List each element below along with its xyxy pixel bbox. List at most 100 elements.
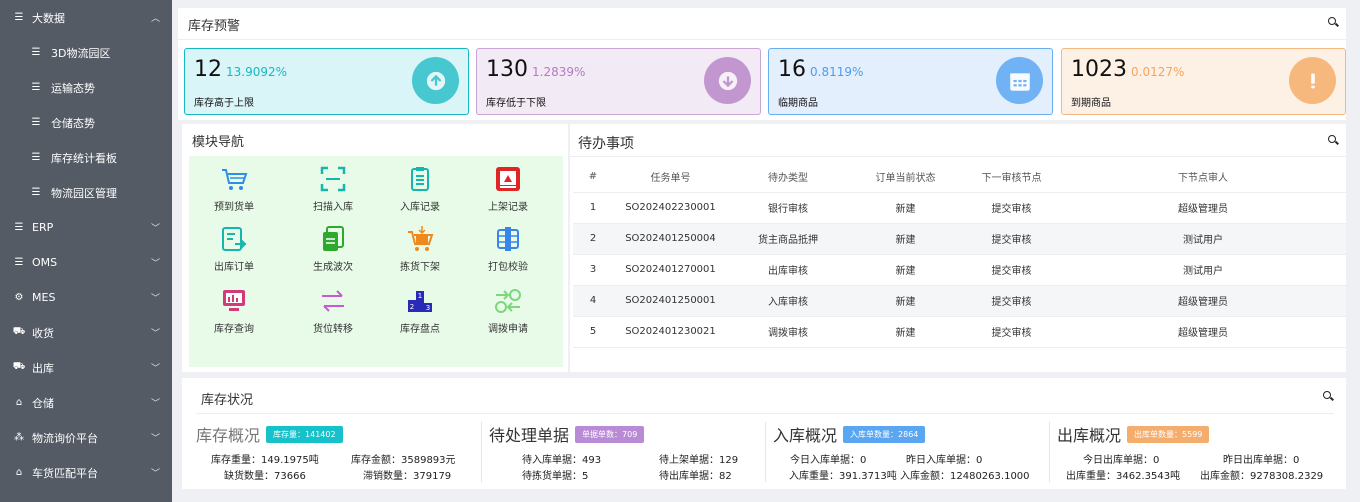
module-item[interactable]: 生成波次 [288, 224, 378, 273]
column-header[interactable]: 任务单号 [613, 161, 728, 193]
divider [1049, 422, 1050, 482]
search-icon[interactable] [1323, 389, 1331, 402]
table-cell: 新建 [848, 192, 963, 224]
table-row[interactable]: 3 SO202401270001 出库审核 新建 提交审核 测试用户 [573, 254, 1346, 286]
svg-text:3: 3 [426, 304, 430, 312]
cart-down-icon [405, 224, 435, 254]
module-item[interactable]: 出库订单 [189, 224, 279, 273]
column-header[interactable]: # [573, 161, 613, 193]
inventory-section: 入库概况 入库单数量：2864 [773, 422, 926, 446]
sidebar-item[interactable]: ☰ 运输态势 [0, 70, 172, 105]
module-label: 出库订单 [214, 262, 254, 273]
sidebar-item-label: 3D物流园区 [51, 46, 111, 60]
chevron-down-icon: ﹀ [150, 294, 160, 304]
sidebar-item[interactable]: ⛟ 出库 ﹀ [0, 350, 172, 385]
module-item[interactable]: 1 2 3 库存盘点 [375, 286, 465, 335]
module-label: 生成波次 [313, 262, 353, 273]
divider [481, 422, 482, 482]
module-label: 入库记录 [400, 202, 440, 213]
module-item[interactable]: 货位转移 [288, 286, 378, 335]
sidebar-item[interactable]: ☰ 库存统计看板 [0, 140, 172, 175]
table-row[interactable]: 2 SO202401250004 货主商品抵押 新建 提交审核 测试用户 [573, 223, 1346, 255]
module-item[interactable]: 拣货下架 [375, 224, 465, 273]
stat-line: 库存重量：149.1975吨 [211, 455, 319, 466]
sidebar-item[interactable]: ☰ 3D物流园区 [0, 35, 172, 70]
stat-line: 今日出库单据：0 [1083, 455, 1160, 466]
sidebar-item[interactable]: ⌂ 仓储 ﹀ [0, 385, 172, 420]
column-header[interactable]: 下节点审人 [1060, 161, 1346, 193]
sidebar-item[interactable]: ⁂ 物流询价平台 ﹀ [0, 420, 172, 455]
table-row[interactable]: 5 SO202401230021 调拨审核 新建 提交审核 超级管理员 [573, 316, 1346, 348]
module-label: 调拨申请 [488, 324, 528, 335]
module-item[interactable]: 库存查询 [189, 286, 279, 335]
svg-text:1: 1 [418, 292, 422, 300]
arrow-up-icon [412, 57, 459, 104]
stat-line: 出库重量：3462.3543吨 [1066, 471, 1181, 482]
stat-value: 16 0.8119% [778, 57, 864, 82]
table-cell: SO202402230001 [613, 192, 728, 224]
module-label: 拣货下架 [400, 262, 440, 273]
stat-card[interactable]: 130 1.2839% 库存低于下限 [476, 48, 761, 115]
sidebar-item-label: 收货 [32, 326, 54, 340]
transfer-icon [318, 286, 348, 316]
inventory-section: 待处理单据 单据单数：709 [489, 422, 645, 446]
svg-text:2: 2 [410, 303, 414, 311]
list-icon: ☰ [31, 82, 41, 93]
stat-line: 入库金额：12480263.1000 [900, 471, 1030, 482]
module-label: 扫描入库 [313, 202, 353, 213]
column-header[interactable]: 订单当前状态 [848, 161, 963, 193]
todo-title: 待办事项 [578, 136, 634, 152]
module-item[interactable]: 预到货单 [189, 164, 279, 213]
truck-icon: ⛟ [12, 326, 26, 337]
sidebar-item[interactable]: ☰ 大数据 ︿ [0, 0, 172, 35]
module-item[interactable]: 上架记录 [463, 164, 553, 213]
package-icon [493, 224, 523, 254]
todo-table: # 任务单号 待办类型 订单当前状态 下一审核节点 下节点审人 1 SO2024022300… [573, 161, 1346, 348]
module-item[interactable]: 打包校验 [463, 224, 553, 273]
sidebar-item-label: 车货匹配平台 [32, 466, 98, 480]
stat-value: 130 1.2839% [486, 57, 586, 82]
table-row[interactable]: 1 SO202402230001 银行审核 新建 提交审核 超级管理员 [573, 192, 1346, 224]
truck-icon: ⛟ [12, 361, 26, 372]
table-cell: 超级管理员 [1060, 285, 1346, 317]
table-row[interactable]: 4 SO202401250001 入库审核 新建 提交审核 超级管理员 [573, 285, 1346, 317]
sidebar-item-label: 大数据 [32, 11, 65, 25]
module-item[interactable]: 扫描入库 [288, 164, 378, 213]
section-heading: 库存概况 [196, 426, 261, 445]
sidebar-item[interactable]: ⚙ MES ﹀ [0, 280, 172, 315]
module-label: 上架记录 [488, 202, 528, 213]
table-cell: 3 [573, 254, 613, 286]
table-cell: 超级管理员 [1060, 192, 1346, 224]
chevron-down-icon: ﹀ [150, 399, 160, 409]
sidebar-item[interactable]: ☰ 物流园区管理 [0, 175, 172, 210]
chevron-down-icon: ﹀ [150, 469, 160, 479]
list-icon: ☰ [31, 152, 41, 163]
sidebar-item-label: 仓储态势 [51, 116, 95, 130]
module-label: 库存盘点 [400, 324, 440, 335]
table-cell: 新建 [848, 285, 963, 317]
table-cell: SO202401230021 [613, 316, 728, 348]
module-nav-title: 模块导航 [192, 135, 245, 150]
column-header[interactable]: 下一审核节点 [963, 161, 1060, 193]
stat-label: 到期商品 [1071, 98, 1111, 109]
module-item[interactable]: 调拨申请 [463, 286, 553, 335]
cart-icon [219, 164, 249, 194]
table-cell: 提交审核 [963, 254, 1060, 286]
sidebar-item-label: ERP [32, 221, 54, 234]
stat-card[interactable]: 1023 0.0127% 到期商品 [1061, 48, 1346, 115]
column-header[interactable]: 待办类型 [728, 161, 848, 193]
sidebar-item[interactable]: ⛟ 收货 ﹀ [0, 315, 172, 350]
sidebar-item[interactable]: ☰ ERP ﹀ [0, 210, 172, 245]
table-cell: 4 [573, 285, 613, 317]
stat-card[interactable]: 12 13.9092% 库存高于上限 [184, 48, 469, 115]
search-icon[interactable] [1328, 133, 1336, 146]
stat-line: 出库金额：9278308.2329 [1200, 471, 1324, 482]
sidebar-item-label: MES [32, 291, 56, 304]
table-cell: 测试用户 [1060, 223, 1346, 255]
module-item[interactable]: 入库记录 [375, 164, 465, 213]
sidebar-item[interactable]: ⌂ 车货匹配平台 ﹀ [0, 455, 172, 490]
sidebar-item[interactable]: ☰ 仓储态势 [0, 105, 172, 140]
search-icon[interactable] [1328, 15, 1336, 28]
stat-card[interactable]: 16 0.8119% 临期商品 [768, 48, 1053, 115]
sidebar-item[interactable]: ☰ OMS ﹀ [0, 245, 172, 280]
